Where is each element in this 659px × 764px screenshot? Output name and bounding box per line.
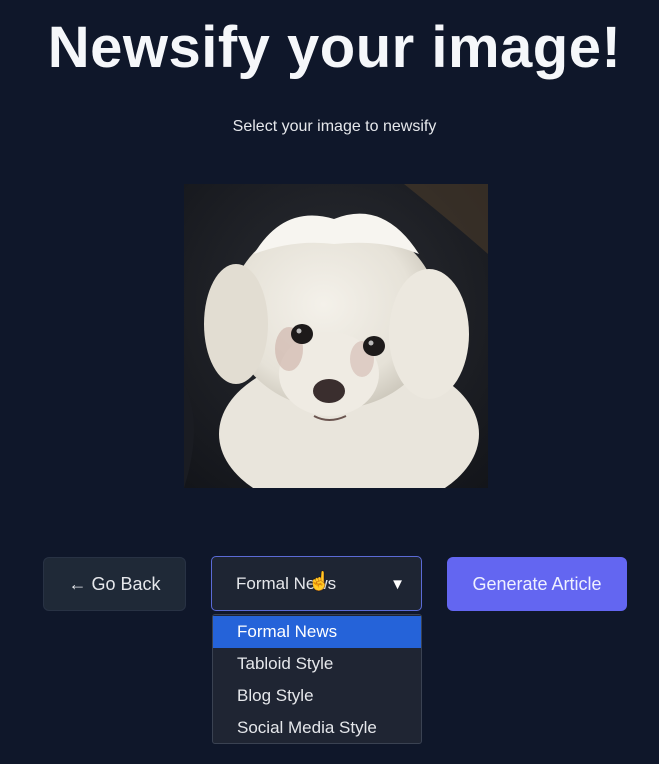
page: Newsify your image! Select your image to… bbox=[0, 0, 659, 764]
go-back-button[interactable]: ← Go Back bbox=[43, 557, 186, 611]
option-social-media-style[interactable]: Social Media Style bbox=[213, 712, 421, 744]
option-tabloid-style[interactable]: Tabloid Style bbox=[213, 648, 421, 680]
triangle-down-icon: ▼ bbox=[390, 576, 405, 593]
uploaded-image bbox=[184, 184, 488, 488]
style-dropdown-menu: Formal News Tabloid Style Blog Style Soc… bbox=[212, 614, 422, 744]
option-blog-style[interactable]: Blog Style bbox=[213, 680, 421, 712]
page-title: Newsify your image! bbox=[47, 15, 622, 80]
option-formal-news[interactable]: Formal News bbox=[213, 616, 421, 648]
hand-cursor-icon: ☝ bbox=[308, 571, 331, 591]
dog-photo bbox=[184, 184, 488, 488]
style-select[interactable]: Formal News ▼ ☝ bbox=[211, 556, 422, 611]
page-subtitle: Select your image to newsify bbox=[232, 118, 437, 135]
generate-article-button[interactable]: Generate Article bbox=[447, 557, 627, 611]
